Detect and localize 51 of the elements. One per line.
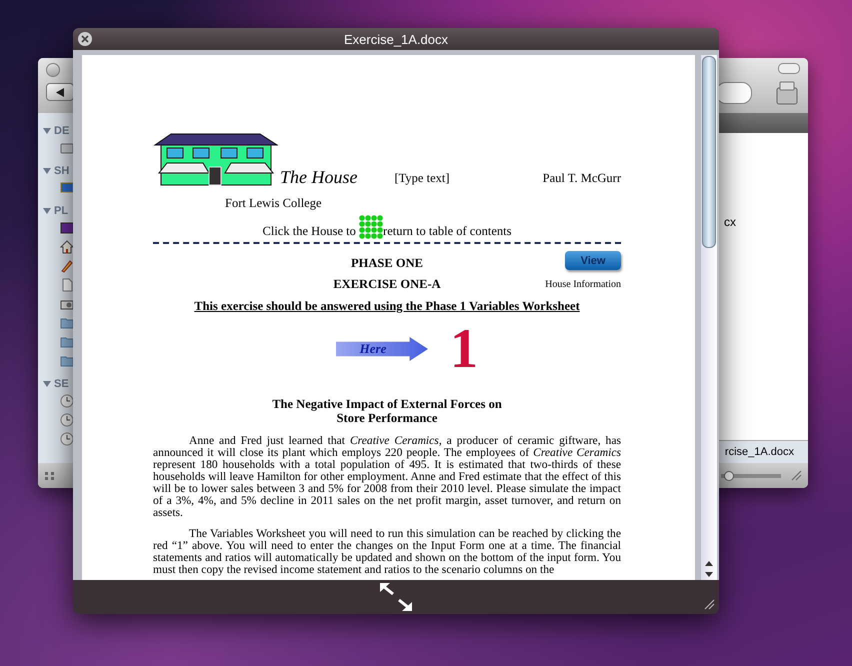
author-name: Paul T. McGurr [542,171,621,186]
back-button[interactable] [46,83,74,101]
close-icon [81,35,89,43]
file-name[interactable]: cx [724,215,736,440]
toolbar-toggle-button[interactable] [778,63,800,74]
here-arrow-button[interactable]: Here [336,337,428,361]
instruction-text: This exercise should be answered using the Phase 1 Variables Worksheet [193,299,581,314]
disclosure-triangle-icon[interactable] [43,206,51,214]
dot-grid-icon[interactable] [359,215,384,239]
disk-icon [776,80,798,106]
close-button[interactable] [78,32,92,46]
back-icon [56,88,64,96]
nav-text: Click the House to [262,224,357,239]
disclosure-triangle-icon[interactable] [43,126,51,134]
numeral-link[interactable]: 1 [450,324,478,374]
sidebar-heading: DE [54,124,70,136]
disclosure-triangle-icon[interactable] [43,380,51,388]
sidebar-heading: SE [54,378,69,390]
folder-icon [60,335,74,349]
window-button[interactable] [46,63,60,77]
house-information-label: House Information [545,279,621,290]
search-field[interactable] [716,82,752,104]
house-drawing[interactable] [153,131,278,186]
fullscreen-icon[interactable] [380,583,412,611]
sidebar-heading: PL [54,204,68,216]
grip-icon [44,470,56,480]
clock-icon [60,394,74,408]
disclosure-triangle-icon[interactable] [43,166,51,174]
document-icon [60,278,74,292]
header-text: [Type text] [394,171,450,186]
window-title: Exercise_1A.docx [344,32,448,46]
folder-icon [60,354,74,368]
house-icon [60,240,74,254]
resize-grip-icon[interactable] [791,470,802,481]
exercise-heading: EXERCISE ONE-A [333,277,441,292]
clock-icon [60,413,74,427]
document-title: The House [280,168,358,186]
sidebar-heading: SH [54,164,70,176]
resize-grip-icon[interactable] [704,599,715,610]
folder-icon [60,316,74,330]
clock-icon [60,432,74,446]
section-title: The Negative Impact of External Forces on Store Performance [271,398,503,426]
monitor-icon [60,181,74,195]
view-button[interactable]: View [565,251,621,270]
nav-text: return to table of contents [383,224,512,239]
college-name: Fort Lewis College [225,196,323,211]
pencil-icon [60,259,74,273]
slider-thumb[interactable] [724,470,734,480]
phase-heading: PHASE ONE [351,256,423,271]
body-paragraph: The Variables Worksheet you will need to run this simulation can be reached by clicking the red “1” above. You will need to enter the changes on the Input Form one at a time. The financial statements and ratios will automatically be updated and shown on the bottom of the input form. You must then copy the revised income statement and ratios to the scenario columns on the [153,528,621,576]
scrollbar[interactable] [701,55,717,580]
